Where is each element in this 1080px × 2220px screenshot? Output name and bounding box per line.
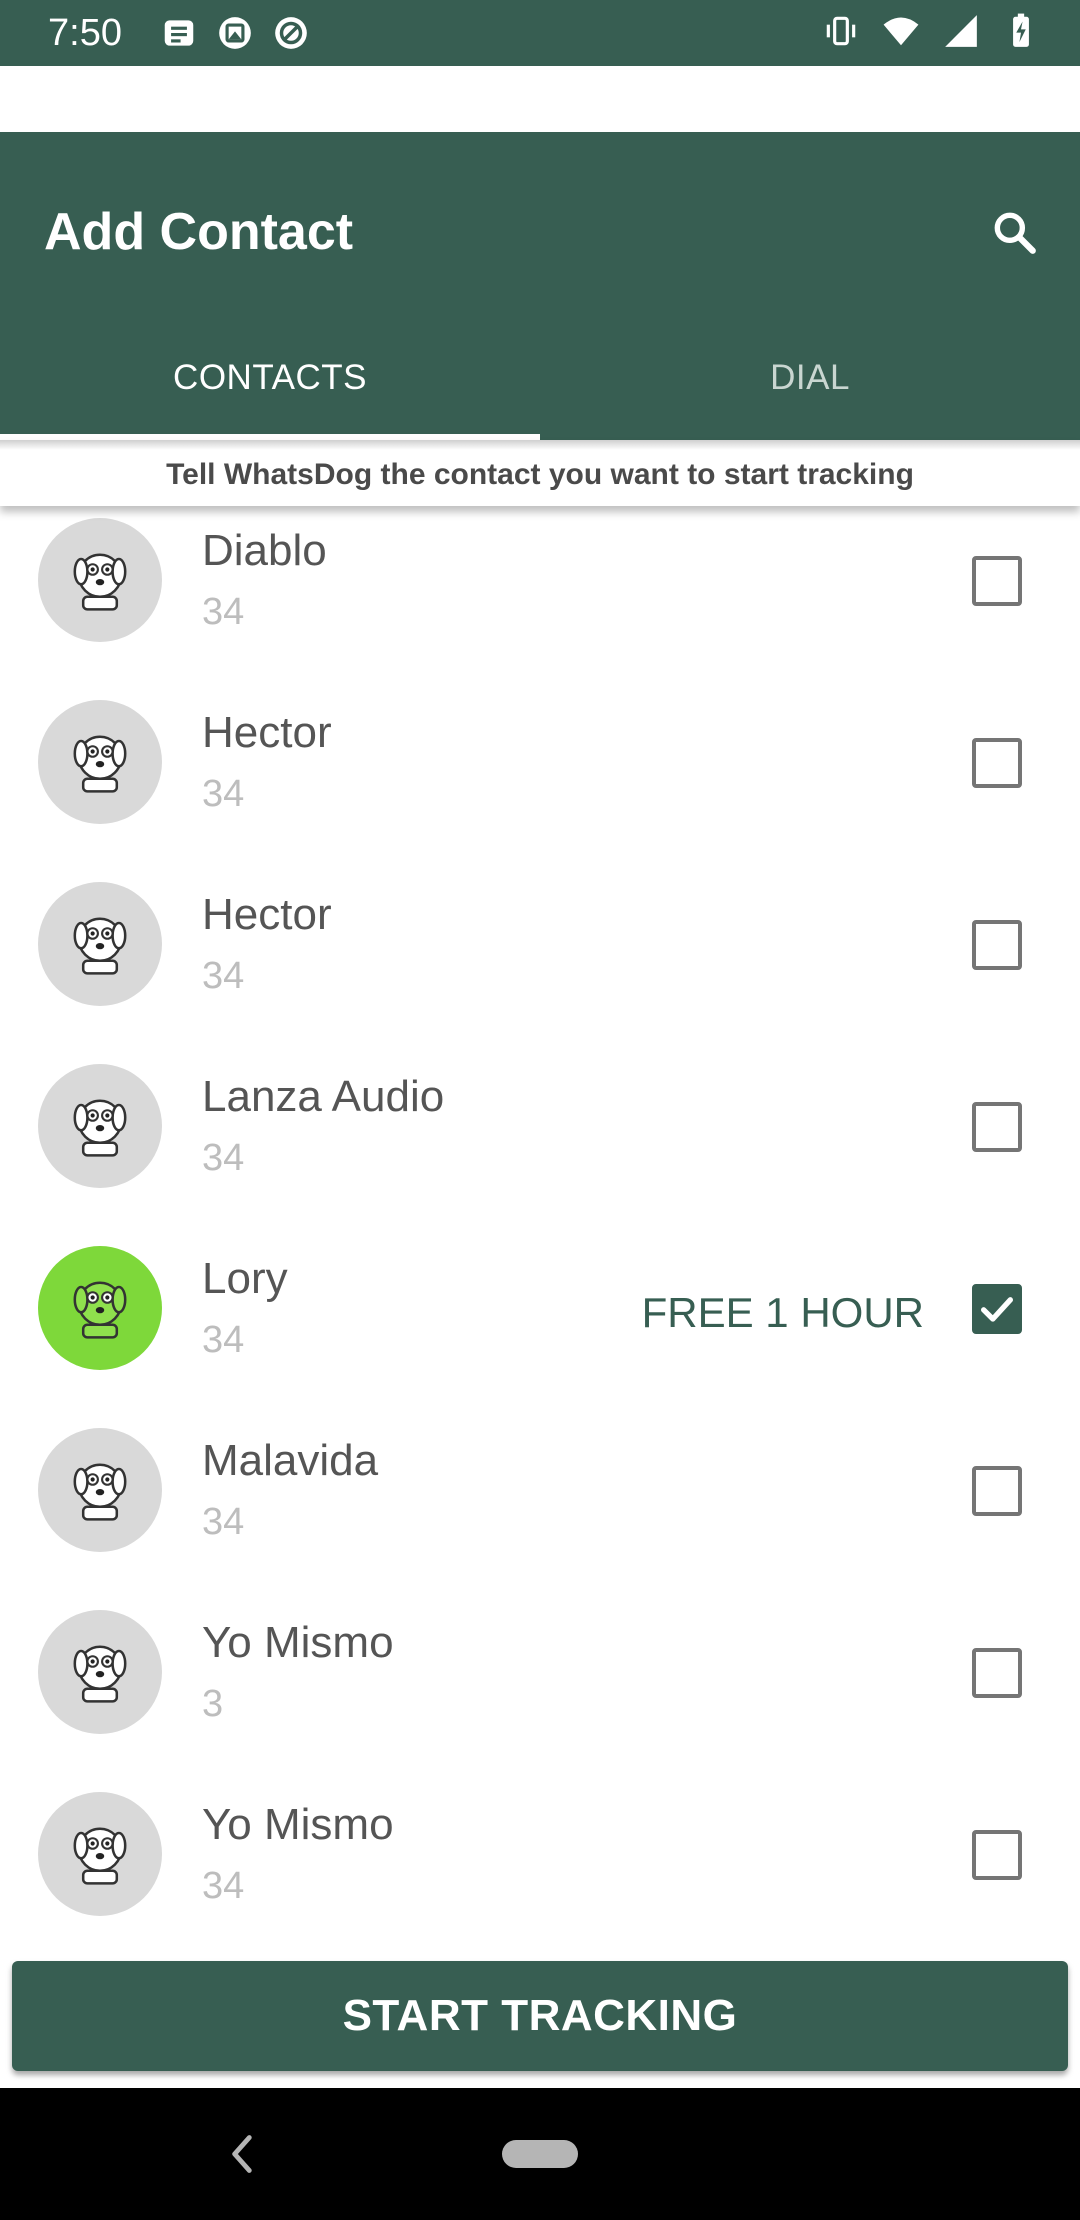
tab-contacts[interactable]: CONTACTS <box>0 336 540 440</box>
contact-phone: 34 <box>202 1865 245 1907</box>
back-chevron-icon[interactable] <box>224 2132 260 2176</box>
tab-label: DIAL <box>770 358 850 397</box>
contact-name: Hector <box>202 890 332 939</box>
contact-name: Malavida <box>202 1436 379 1485</box>
wifi-icon <box>883 17 919 46</box>
contact-checkbox[interactable] <box>972 920 1022 970</box>
avatar <box>38 1610 162 1734</box>
status-left-icons <box>160 14 310 52</box>
list-item[interactable]: Hector 34 <box>0 688 1080 870</box>
status-right-icons <box>822 12 1040 50</box>
contact-list: Diablo 34 Hector 34 Hector 34 Lanza Audi… <box>0 506 1080 1960</box>
contact-checkbox[interactable] <box>972 556 1022 606</box>
contact-checkbox-checked[interactable] <box>972 1284 1022 1334</box>
dog-avatar-icon <box>73 1463 127 1521</box>
contact-phone: 3 <box>202 1683 224 1725</box>
status-time: 7:50 <box>48 12 122 54</box>
contact-phone: 34 <box>202 773 245 815</box>
list-item[interactable]: Hector 34 <box>0 870 1080 1052</box>
list-item[interactable]: Yo Mismo 34 <box>0 1780 1080 1960</box>
contact-name: Diablo <box>202 526 327 575</box>
list-item[interactable]: Yo Mismo 3 <box>0 1598 1080 1780</box>
list-item[interactable]: Lory 34 FREE 1 HOUR <box>0 1234 1080 1416</box>
list-item[interactable]: Malavida 34 <box>0 1416 1080 1598</box>
checkmark-icon <box>981 1297 1013 1322</box>
toolbar-spacer <box>0 66 1080 132</box>
app-bar: Add Contact CONTACTS DIAL <box>0 132 1080 440</box>
dog-avatar-icon <box>73 735 127 793</box>
avatar <box>38 882 162 1006</box>
start-tracking-label: START TRACKING <box>342 1991 738 2040</box>
contact-checkbox[interactable] <box>972 1466 1022 1516</box>
dog-avatar-icon <box>73 1645 127 1703</box>
tab-bar: CONTACTS DIAL <box>0 336 1080 440</box>
home-pill-icon[interactable] <box>502 2140 578 2168</box>
at-sign-icon <box>275 17 307 49</box>
dog-avatar-icon <box>73 553 127 611</box>
list-item[interactable]: Lanza Audio 34 <box>0 1052 1080 1234</box>
avatar <box>38 518 162 642</box>
contact-name: Hector <box>202 708 332 757</box>
contact-checkbox[interactable] <box>972 1648 1022 1698</box>
dog-avatar-icon <box>73 1827 127 1885</box>
contact-name: Yo Mismo <box>202 1800 394 1849</box>
contact-name: Lanza Audio <box>202 1072 445 1121</box>
page-title: Add Contact <box>44 203 354 261</box>
contact-name: Lory <box>202 1254 288 1303</box>
signal-icon <box>945 15 977 47</box>
dog-avatar-icon <box>73 917 127 975</box>
contact-checkbox[interactable] <box>972 1102 1022 1152</box>
gallery-icon <box>219 17 251 49</box>
hint-text: Tell WhatsDog the contact you want to st… <box>166 458 914 491</box>
status-bar: 7:50 <box>0 0 1080 66</box>
tab-label: CONTACTS <box>173 358 367 397</box>
free-trial-badge: FREE 1 HOUR <box>641 1289 924 1336</box>
notes-icon <box>164 20 194 46</box>
contact-phone: 34 <box>202 1137 245 1179</box>
vibrate-icon <box>826 16 856 46</box>
contact-phone: 34 <box>202 591 245 633</box>
contact-phone: 34 <box>202 955 245 997</box>
dog-avatar-icon <box>73 1281 127 1339</box>
start-tracking-button[interactable]: START TRACKING <box>12 1961 1068 2071</box>
dog-avatar-icon <box>73 1099 127 1157</box>
contact-name: Yo Mismo <box>202 1618 394 1667</box>
contact-checkbox[interactable] <box>972 1830 1022 1880</box>
avatar <box>38 700 162 824</box>
tab-dial[interactable]: DIAL <box>540 336 1080 440</box>
battery-charging-icon <box>1013 13 1029 47</box>
avatar <box>38 1428 162 1552</box>
contact-phone: 34 <box>202 1501 245 1543</box>
list-item[interactable]: Diablo 34 <box>0 506 1080 688</box>
hint-shadow <box>0 440 1080 450</box>
search-button[interactable] <box>982 200 1046 264</box>
avatar <box>38 1792 162 1916</box>
search-icon <box>994 212 1036 254</box>
avatar <box>38 1064 162 1188</box>
contact-checkbox[interactable] <box>972 738 1022 788</box>
contact-phone: 34 <box>202 1319 245 1361</box>
system-nav-bar <box>0 2088 1080 2220</box>
avatar-selected <box>38 1246 162 1370</box>
